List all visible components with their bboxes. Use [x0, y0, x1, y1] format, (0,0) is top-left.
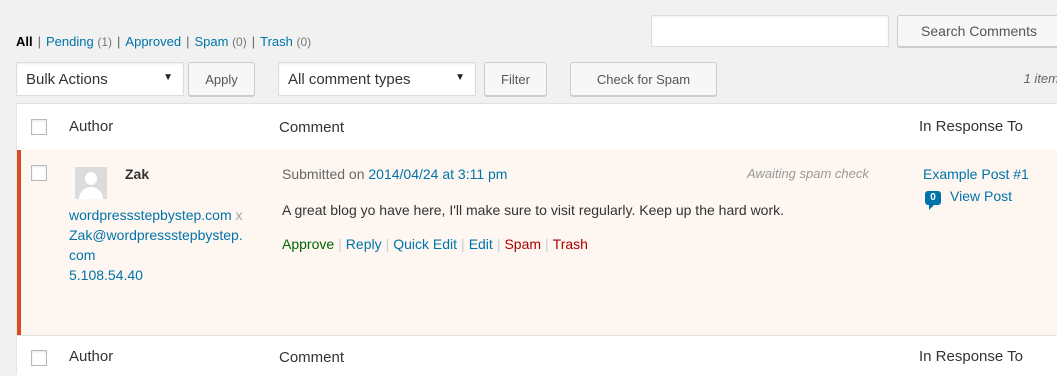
status-filters: All | Pending (1) | Approved | Spam (0) | Trash … — [16, 34, 311, 49]
author-email-link[interactable]: Zak@wordpressstepbystep.com — [69, 227, 243, 263]
comment-type-value: All comment types — [288, 70, 411, 88]
column-author-footer[interactable]: Author — [69, 348, 113, 365]
dropdown-arrow-icon: ▼ — [163, 72, 173, 83]
approve-link[interactable]: Approve — [282, 236, 334, 252]
search-input[interactable] — [651, 15, 889, 47]
filter-pending[interactable]: Pending (1) — [46, 34, 112, 49]
filter-separator: | — [37, 34, 42, 49]
column-comment: Comment — [279, 119, 345, 136]
comment-author-name: Zak — [125, 166, 150, 182]
items-count: 1 item — [1023, 71, 1057, 86]
apply-button[interactable]: Apply — [188, 62, 255, 96]
reply-link[interactable]: Reply — [346, 236, 382, 252]
comment-count-bubble-icon[interactable]: 0 — [925, 191, 941, 210]
bulk-actions-select[interactable]: Bulk Actions ▼ — [16, 62, 184, 96]
author-ip-link[interactable]: 5.108.54.40 — [69, 267, 143, 283]
submitted-prefix: Submitted on — [282, 166, 365, 182]
author-url-link[interactable]: wordpressstepbystep.com — [69, 207, 232, 223]
filter-pending-count: (1) — [97, 35, 113, 49]
filter-separator: | — [117, 34, 121, 49]
comment-text: A great blog yo have here, I'll make sur… — [282, 202, 785, 218]
select-all-checkbox-footer[interactable] — [31, 350, 47, 366]
quick-edit-link[interactable]: Quick Edit — [393, 236, 457, 252]
response-post-link[interactable]: Example Post #1 — [923, 166, 1029, 182]
action-separator: | — [461, 236, 465, 252]
filter-trash-count: (0) — [296, 35, 312, 49]
filter-spam-label[interactable]: Spam — [194, 34, 228, 49]
dropdown-arrow-icon: ▼ — [455, 72, 465, 83]
column-in-response-to-footer[interactable]: In Response To — [919, 348, 1023, 365]
spam-link[interactable]: Spam — [504, 236, 541, 252]
filter-trash-label[interactable]: Trash — [260, 34, 293, 49]
avatar — [75, 167, 107, 199]
filter-separator: | — [186, 34, 190, 49]
search-comments-button[interactable]: Search Comments — [897, 15, 1057, 47]
trash-link[interactable]: Trash — [553, 236, 588, 252]
comment-type-select[interactable]: All comment types ▼ — [278, 62, 476, 96]
filter-spam[interactable]: Spam (0) — [194, 34, 246, 49]
submitted-date-link[interactable]: 2014/04/24 at 3:11 pm — [368, 166, 507, 182]
row-checkbox[interactable] — [31, 165, 47, 181]
action-separator: | — [496, 236, 501, 252]
filter-pending-label[interactable]: Pending — [46, 34, 94, 49]
table-footer: Author Comment In Response To — [17, 335, 1057, 376]
filter-separator: | — [251, 34, 256, 49]
remove-url-link[interactable]: x — [236, 207, 243, 223]
column-author[interactable]: Author — [69, 118, 113, 135]
status-note: Awaiting spam check — [747, 166, 869, 181]
check-for-spam-button[interactable]: Check for Spam — [570, 62, 717, 96]
filter-all[interactable]: All — [16, 34, 33, 49]
action-separator: | — [545, 236, 549, 252]
filter-trash[interactable]: Trash (0) — [260, 34, 311, 49]
comments-table: Author Comment In Response To Zak wordpr… — [16, 103, 1057, 376]
row-actions: Approve | Reply | Quick Edit | Edit | Spam | Trash — [282, 236, 588, 252]
action-separator: | — [385, 236, 390, 252]
table-row: Zak wordpressstepbystep.com x Zak@wordpr… — [17, 150, 1057, 335]
author-details: wordpressstepbystep.com x Zak@wordpresss… — [69, 205, 249, 285]
column-comment-footer: Comment — [279, 349, 345, 366]
edit-link[interactable]: Edit — [469, 236, 493, 252]
filter-button[interactable]: Filter — [484, 62, 547, 96]
table-header: Author Comment In Response To — [17, 104, 1057, 151]
bulk-actions-value: Bulk Actions — [26, 70, 108, 88]
submitted-on: Submitted on 2014/04/24 at 3:11 pm — [282, 166, 507, 182]
select-all-checkbox[interactable] — [31, 119, 47, 135]
action-separator: | — [338, 236, 342, 252]
filter-approved[interactable]: Approved — [125, 34, 181, 49]
column-in-response-to[interactable]: In Response To — [919, 118, 1023, 135]
view-post-link[interactable]: View Post — [950, 188, 1012, 204]
filter-spam-count: (0) — [232, 35, 247, 49]
